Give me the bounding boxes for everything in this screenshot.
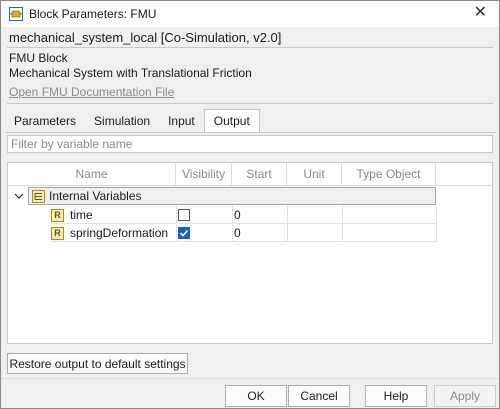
column-header-start[interactable]: Start [232, 163, 287, 185]
start-value-cell[interactable]: 0 [232, 206, 287, 224]
unit-cell[interactable] [287, 206, 342, 224]
open-documentation-link[interactable]: Open FMU Documentation File [9, 85, 174, 99]
header-divider [8, 185, 492, 186]
chevron-down-icon[interactable] [13, 190, 25, 202]
cancel-button[interactable]: Cancel [288, 385, 350, 407]
tab-input[interactable]: Input [159, 110, 204, 132]
column-divider [232, 205, 233, 242]
type-object-cell[interactable] [342, 206, 436, 224]
close-icon[interactable]: ✕ [474, 5, 487, 21]
visibility-checkbox-time[interactable] [178, 209, 190, 221]
row-divider [51, 241, 436, 242]
restore-defaults-button[interactable]: Restore output to default settings [7, 353, 188, 374]
unit-cell[interactable] [287, 224, 342, 242]
block-parameters-dialog: Block Parameters: FMU ✕ mechanical_syste… [0, 0, 500, 409]
output-variables-table: Name Visibility Start Unit Type Object I… [7, 162, 493, 344]
ok-button[interactable]: OK [225, 385, 287, 407]
block-description: Mechanical System with Translational Fri… [9, 66, 252, 80]
table-row[interactable]: R springDeformation [51, 224, 176, 242]
column-divider [342, 205, 343, 242]
column-divider [436, 205, 437, 242]
variable-name: springDeformation [70, 226, 169, 240]
tab-simulation[interactable]: Simulation [85, 110, 159, 132]
simulink-block-icon [9, 7, 23, 21]
window-title: Block Parameters: FMU [29, 7, 157, 21]
column-divider [287, 205, 288, 242]
variable-name: time [70, 208, 93, 222]
group-label: Internal Variables [49, 189, 142, 203]
filter-variable-input[interactable] [7, 135, 493, 153]
column-header-name[interactable]: Name [8, 163, 176, 185]
checkmark-icon [179, 229, 189, 237]
type-object-cell[interactable] [342, 224, 436, 242]
block-type-label: FMU Block [9, 51, 68, 65]
start-value-cell[interactable]: 0 [232, 224, 287, 242]
help-button[interactable]: Help [365, 385, 427, 407]
tab-parameters[interactable]: Parameters [5, 110, 85, 132]
column-divider [176, 205, 177, 242]
model-name-line: mechanical_system_local [Co-Simulation, … [9, 30, 282, 45]
doc-divider [7, 103, 493, 104]
tab-output[interactable]: Output [203, 109, 260, 132]
visibility-cell [178, 206, 230, 224]
column-header-visibility[interactable]: Visibility [176, 163, 232, 185]
table-row[interactable]: R time [51, 206, 176, 224]
visibility-cell [178, 224, 230, 242]
title-bar: Block Parameters: FMU ✕ [1, 1, 499, 27]
column-header-type-object[interactable]: Type Object [342, 163, 436, 185]
real-type-badge-icon: R [51, 208, 64, 222]
real-type-badge-icon: R [51, 226, 64, 240]
column-header-unit[interactable]: Unit [287, 163, 342, 185]
apply-button[interactable]: Apply [434, 385, 496, 407]
row-divider [51, 223, 436, 224]
group-row-internal-variables[interactable]: Internal Variables [28, 187, 436, 205]
tab-bar: Parameters Simulation Input Output [5, 109, 260, 132]
visibility-checkbox-springdeformation[interactable] [178, 227, 190, 239]
bus-element-icon [32, 189, 45, 203]
header-divider [7, 47, 493, 48]
